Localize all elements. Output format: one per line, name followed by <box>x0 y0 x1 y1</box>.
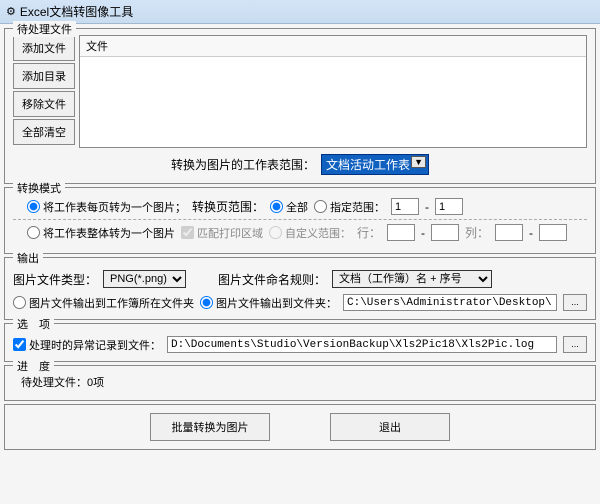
footer-bar: 批量转换为图片 退出 <box>4 404 596 450</box>
file-list[interactable]: 文件 <box>79 35 587 148</box>
options-group: 选 项 处理时的异常记录到文件： ... <box>4 323 596 362</box>
match-print-checkbox[interactable]: 匹配打印区域 <box>181 225 263 241</box>
file-type-select[interactable]: PNG(*.png) <box>103 270 186 288</box>
col-from-input[interactable] <box>495 224 523 241</box>
app-icon: ⚙ <box>6 5 16 18</box>
whole-sheet-radio[interactable]: 将工作表整体转为一个图片 <box>27 225 175 241</box>
col-to-input[interactable] <box>539 224 567 241</box>
main-panel: 待处理文件 添加文件 添加目录 移除文件 全部清空 文件 转换为图片的工作表范围… <box>0 24 600 504</box>
clear-all-button[interactable]: 全部清空 <box>13 119 75 145</box>
mode-group-label: 转换模式 <box>13 180 65 196</box>
output-workbook-radio[interactable]: 图片文件输出到工作簿所在文件夹 <box>13 295 194 311</box>
pending-files-group: 待处理文件 添加文件 添加目录 移除文件 全部清空 文件 转换为图片的工作表范围… <box>4 28 596 184</box>
row-label: 行： <box>357 224 381 241</box>
options-group-label: 选 项 <box>13 316 54 332</box>
progress-prefix: 待处理文件： <box>21 377 87 389</box>
output-group-label: 输出 <box>13 250 43 266</box>
all-pages-radio[interactable]: 全部 <box>270 199 308 215</box>
log-checkbox[interactable]: 处理时的异常记录到文件： <box>13 337 161 353</box>
file-list-header: 文件 <box>80 36 586 57</box>
log-path-input[interactable] <box>167 336 557 353</box>
file-list-body <box>80 57 586 147</box>
add-file-button[interactable]: 添加文件 <box>13 35 75 61</box>
dash-1: - <box>425 200 429 214</box>
custom-area-radio[interactable]: 自定义范围： <box>269 225 351 241</box>
row-from-input[interactable] <box>387 224 415 241</box>
browse-log-button[interactable]: ... <box>563 336 587 353</box>
naming-select[interactable]: 文档（工作簿）名 + 序号 <box>332 270 492 288</box>
file-button-column: 添加文件 添加目录 移除文件 全部清空 <box>13 35 75 148</box>
mode-group: 转换模式 将工作表每页转为一个图片； 转换页范围： 全部 指定范围： - 将工作… <box>4 187 596 254</box>
browse-folder-button[interactable]: ... <box>563 294 587 311</box>
exit-button[interactable]: 退出 <box>330 413 450 441</box>
window-title: Excel文档转图像工具 <box>20 3 133 20</box>
title-bar: ⚙ Excel文档转图像工具 <box>0 0 600 24</box>
output-group: 输出 图片文件类型： PNG(*.png) 图片文件命名规则： 文档（工作簿）名… <box>4 257 596 320</box>
custom-range-radio[interactable]: 指定范围： <box>314 199 385 215</box>
page-from-input[interactable] <box>391 198 419 215</box>
sheet-range-label: 转换为图片的工作表范围： <box>171 156 315 173</box>
dash-3: - <box>529 226 533 240</box>
output-folder-input[interactable] <box>343 294 557 311</box>
sheet-range-select[interactable]: 文档活动工作表 <box>321 154 429 175</box>
file-type-label: 图片文件类型： <box>13 271 97 288</box>
progress-count: 0项 <box>87 377 104 389</box>
pending-group-label: 待处理文件 <box>13 21 76 37</box>
progress-group: 进 度 待处理文件：0项 <box>4 365 596 401</box>
page-to-input[interactable] <box>435 198 463 215</box>
col-label: 列： <box>465 224 489 241</box>
sheet-range-value: 文档活动工作表 <box>326 158 410 172</box>
convert-button[interactable]: 批量转换为图片 <box>150 413 270 441</box>
page-range-label: 转换页范围： <box>192 198 264 215</box>
per-page-radio[interactable]: 将工作表每页转为一个图片； <box>27 199 186 215</box>
row-to-input[interactable] <box>431 224 459 241</box>
remove-file-button[interactable]: 移除文件 <box>13 91 75 117</box>
add-dir-button[interactable]: 添加目录 <box>13 63 75 89</box>
naming-label: 图片文件命名规则： <box>218 271 326 288</box>
dash-2: - <box>421 226 425 240</box>
progress-group-label: 进 度 <box>13 358 54 374</box>
mode-divider <box>13 219 587 220</box>
output-folder-radio[interactable]: 图片文件输出到文件夹： <box>200 295 337 311</box>
